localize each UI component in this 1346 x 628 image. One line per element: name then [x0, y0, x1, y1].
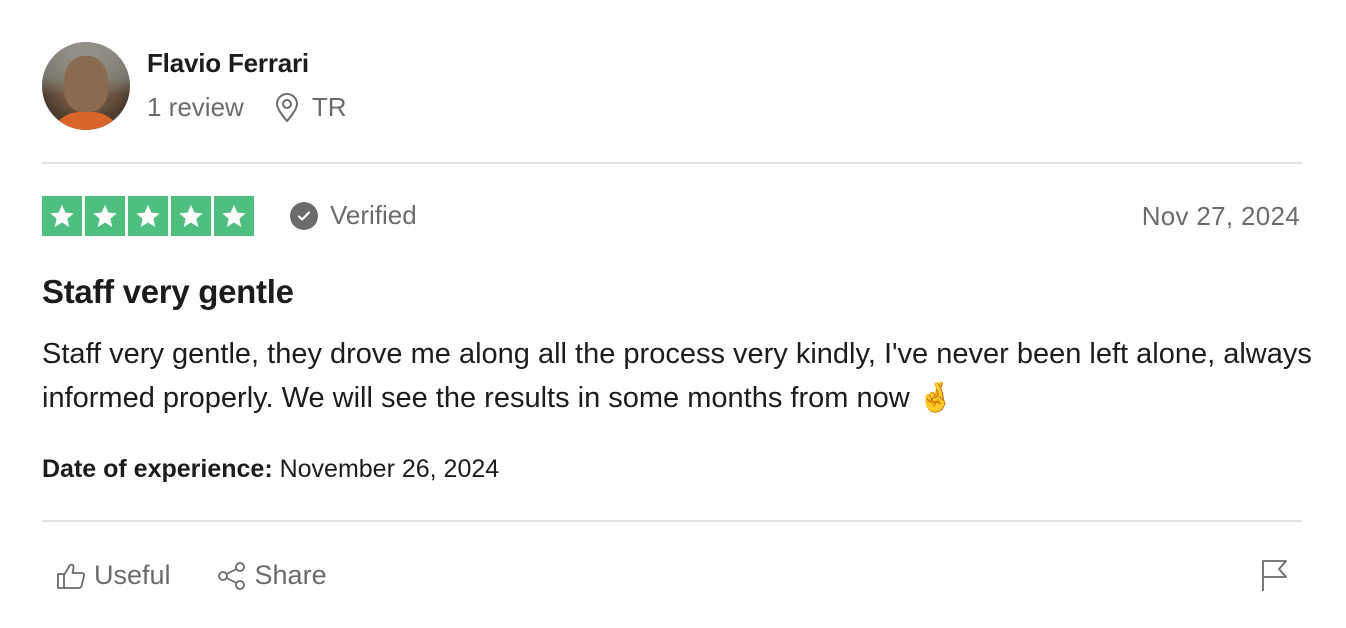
reviewer-name[interactable]: Flavio Ferrari [147, 48, 309, 79]
experience-label: Date of experience: [42, 455, 273, 483]
share-label: Share [254, 560, 327, 590]
review-card: Flavio Ferrari 1 review TR Verified Nov … [0, 0, 1346, 628]
share-button[interactable]: Share [217, 560, 327, 591]
star-rating [42, 196, 254, 236]
divider [42, 520, 1302, 522]
review-title[interactable]: Staff very gentle [42, 273, 294, 311]
review-count: 1 review [147, 92, 244, 122]
avatar[interactable] [42, 42, 130, 130]
reviewer-meta: 1 review TR [147, 92, 347, 123]
review-actions: Useful Share [56, 560, 373, 591]
review-date: Nov 27, 2024 [1141, 201, 1300, 231]
star-icon [128, 196, 168, 236]
useful-label: Useful [94, 560, 171, 590]
thumbs-up-icon [57, 563, 86, 589]
star-icon [214, 196, 254, 236]
divider [42, 162, 1302, 164]
flag-icon [1262, 560, 1287, 591]
location-pin-icon [274, 92, 300, 123]
reviewer-country: TR [311, 92, 347, 122]
verified-badge[interactable]: Verified [290, 200, 417, 231]
review-body: Staff very gentle, they drove me along a… [42, 338, 1312, 414]
share-icon [217, 561, 245, 590]
star-icon [42, 196, 82, 236]
date-of-experience: Date of experience: November 26, 2024 [42, 455, 499, 484]
star-icon [85, 196, 125, 236]
experience-date: November 26, 2024 [279, 455, 500, 483]
star-icon [171, 196, 211, 236]
verified-label: Verified [330, 200, 417, 230]
verified-check-icon [290, 201, 318, 230]
report-flag-button[interactable] [1260, 558, 1290, 597]
useful-button[interactable]: Useful [56, 560, 171, 591]
